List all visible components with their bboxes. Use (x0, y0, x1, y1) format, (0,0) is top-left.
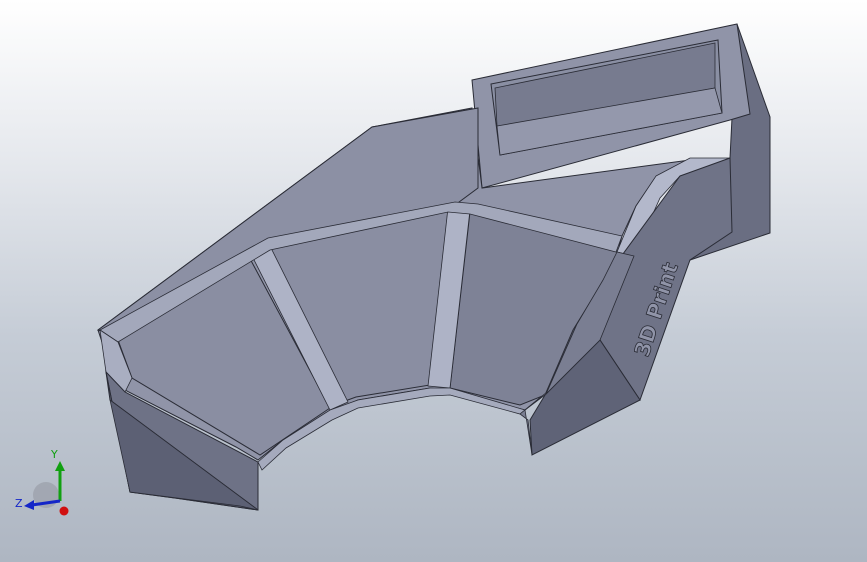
z-axis-label: Z (15, 497, 23, 510)
z-axis-arrow (24, 500, 34, 510)
y-axis-arrow (55, 461, 65, 471)
reference-triad[interactable]: Y Z (12, 445, 76, 521)
y-axis-label: Y (50, 448, 58, 461)
x-axis-dot (59, 506, 69, 516)
graphics-viewport[interactable]: 3D Print Y Z (0, 0, 867, 562)
3d-model-view[interactable]: 3D Print (0, 0, 867, 562)
